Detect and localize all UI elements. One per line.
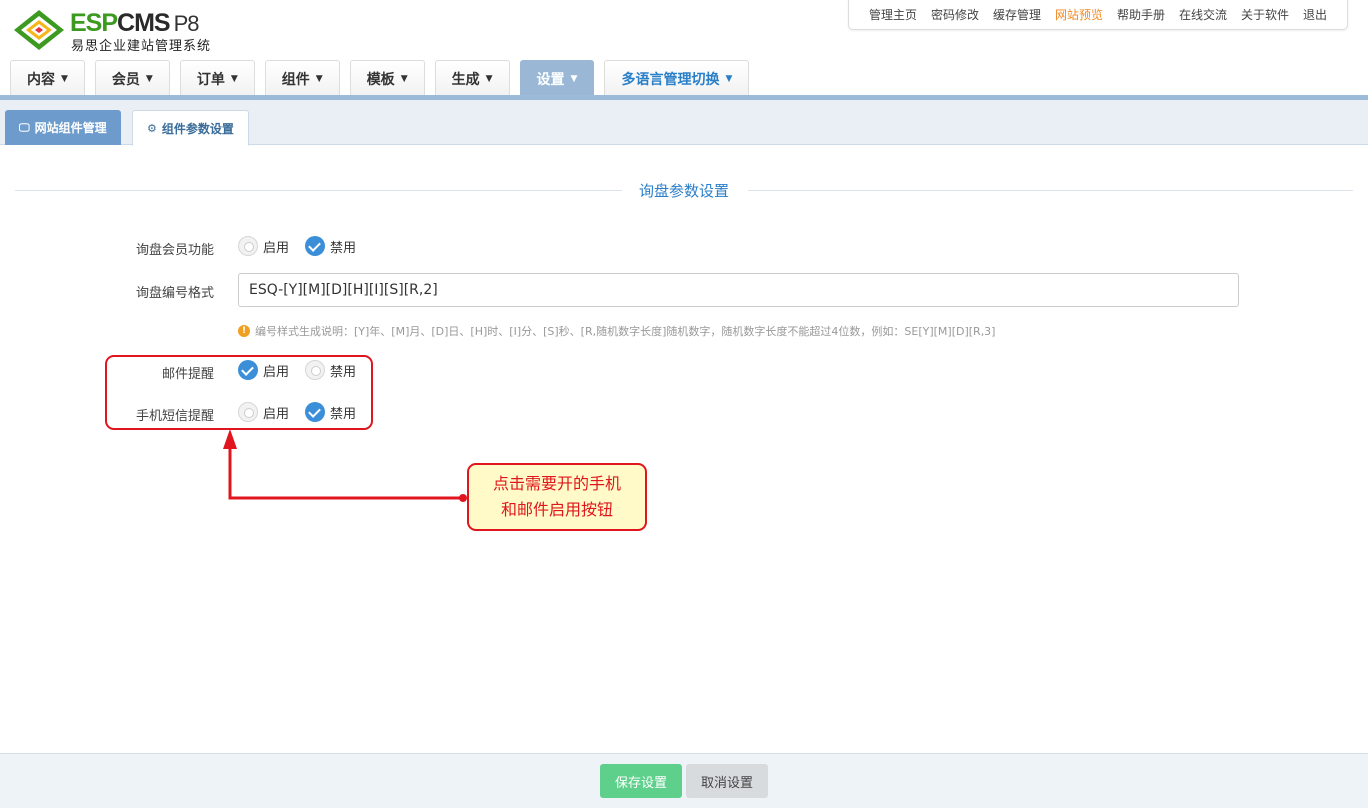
tab-component-manage[interactable]: 🖵 网站组件管理 bbox=[5, 110, 121, 145]
section-divider-left bbox=[15, 190, 622, 191]
caret-down-icon: ▼ bbox=[570, 73, 578, 84]
annotation-highlight-box bbox=[105, 355, 373, 430]
topnav-about[interactable]: 关于软件 bbox=[1234, 6, 1296, 23]
nav-content[interactable]: 内容 ▼ bbox=[10, 60, 85, 96]
page: ESPCMS P8 易思企业建站管理系统 管理主页 密码修改 缓存管理 网站预览 … bbox=[0, 0, 1368, 808]
caret-down-icon: ▼ bbox=[485, 73, 493, 84]
member-enable-radio[interactable]: 启用 bbox=[238, 236, 289, 256]
main-nav: 内容 ▼ 会员 ▼ 订单 ▼ 组件 ▼ 模板 ▼ 生成 ▼ 设置 ▼ 多语言管理切换 ▼ bbox=[10, 60, 750, 96]
nav-member[interactable]: 会员 ▼ bbox=[94, 60, 170, 96]
nav-language-switch[interactable]: 多语言管理切换 ▼ bbox=[604, 60, 750, 96]
caret-down-icon: ▼ bbox=[400, 73, 408, 84]
annotation-callout: 点击需要开的手机 和邮件启用按钮 bbox=[467, 463, 647, 531]
number-format-hint: ! 编号样式生成说明：[Y]年、[M]月、[D]日、[H]时、[I]分、[S]秒… bbox=[238, 323, 995, 339]
sub-tab-bar: 🖵 网站组件管理 ⚙ 组件参数设置 bbox=[0, 100, 1368, 146]
section-divider-right bbox=[748, 190, 1353, 191]
nav-order[interactable]: 订单 ▼ bbox=[179, 60, 255, 96]
number-format-label: 询盘编号格式 bbox=[135, 286, 214, 301]
logo-subtitle: 易思企业建站管理系统 bbox=[71, 39, 212, 54]
topnav-preview[interactable]: 网站预览 bbox=[1048, 6, 1110, 23]
logo: ESPCMS P8 易思企业建站管理系统 bbox=[12, 8, 232, 54]
radio-off-icon bbox=[238, 236, 258, 256]
caret-down-icon: ▼ bbox=[145, 73, 153, 84]
topnav-online[interactable]: 在线交流 bbox=[1172, 6, 1234, 23]
logo-mark-icon bbox=[14, 10, 64, 50]
logo-brand: ESPCMS P8 bbox=[70, 9, 200, 37]
gear-icon: ⚙ bbox=[147, 121, 157, 135]
topnav-help[interactable]: 帮助手册 bbox=[1110, 6, 1172, 23]
member-function-label: 询盘会员功能 bbox=[135, 243, 214, 258]
caret-down-icon: ▼ bbox=[315, 73, 323, 84]
tab-component-params[interactable]: ⚙ 组件参数设置 bbox=[132, 110, 249, 146]
topnav-cache[interactable]: 缓存管理 bbox=[986, 6, 1048, 23]
caret-down-icon: ▼ bbox=[61, 73, 68, 84]
section-title: 询盘参数设置 bbox=[622, 180, 746, 201]
member-disable-radio[interactable]: 禁用 bbox=[305, 236, 356, 256]
cancel-button[interactable]: 取消设置 bbox=[686, 764, 768, 798]
nav-generate[interactable]: 生成 ▼ bbox=[434, 60, 510, 96]
footer-bar bbox=[0, 753, 1368, 808]
warning-icon: ! bbox=[238, 325, 250, 337]
annotation-arrow-icon bbox=[223, 429, 467, 502]
number-format-input[interactable] bbox=[238, 273, 1239, 307]
topnav-home[interactable]: 管理主页 bbox=[862, 6, 924, 23]
save-button[interactable]: 保存设置 bbox=[600, 764, 682, 798]
caret-down-icon: ▼ bbox=[230, 73, 238, 84]
radio-checked-icon bbox=[305, 236, 325, 256]
nav-settings[interactable]: 设置 ▼ bbox=[519, 60, 595, 96]
topnav-password[interactable]: 密码修改 bbox=[924, 6, 986, 23]
top-utility-nav: 管理主页 密码修改 缓存管理 网站预览 帮助手册 在线交流 关于软件 退出 bbox=[848, 0, 1348, 30]
monitor-icon: 🖵 bbox=[19, 120, 30, 134]
caret-down-icon: ▼ bbox=[725, 73, 733, 84]
nav-template[interactable]: 模板 ▼ bbox=[349, 60, 425, 96]
nav-component[interactable]: 组件 ▼ bbox=[264, 60, 340, 96]
topnav-logout[interactable]: 退出 bbox=[1296, 6, 1334, 23]
